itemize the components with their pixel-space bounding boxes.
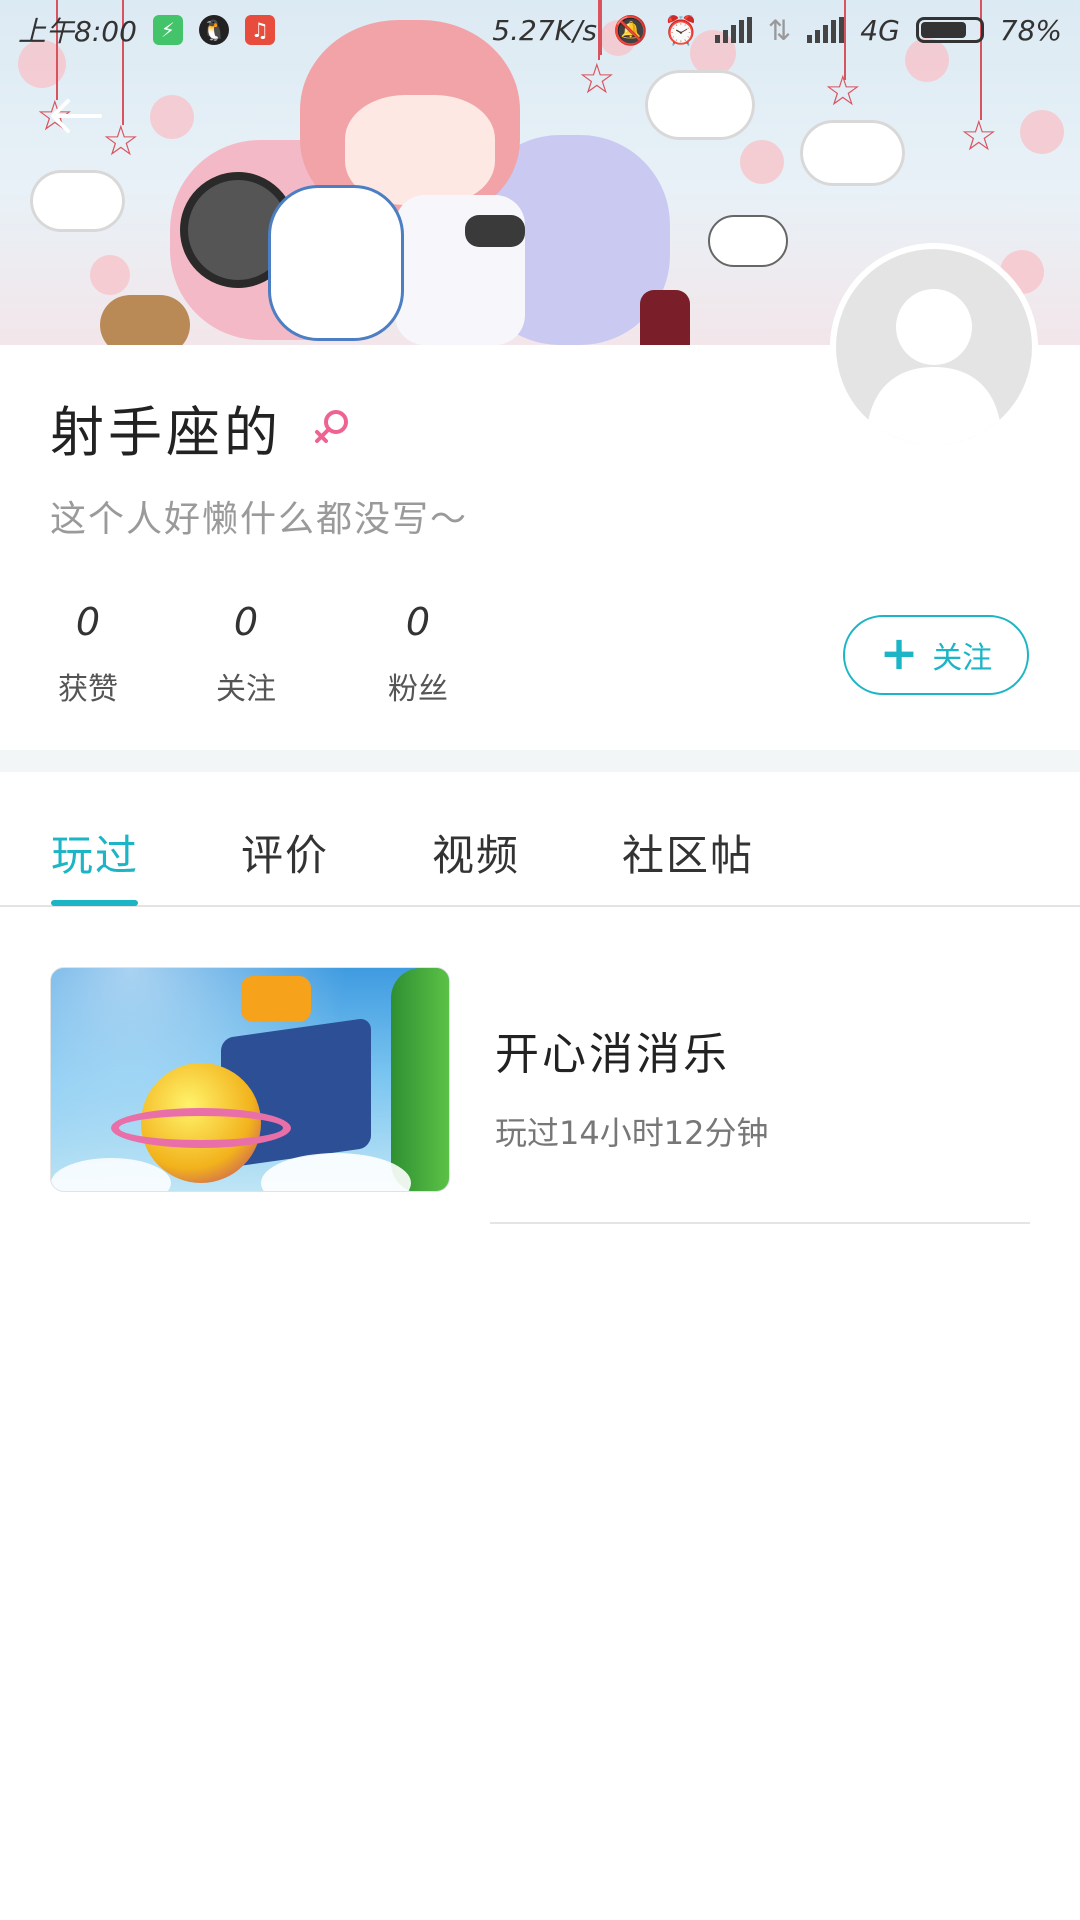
profile-stats: 0 获赞 0 关注 0 粉丝 — [50, 600, 456, 708]
plus-icon: + — [879, 626, 919, 680]
tab-played[interactable]: 玩过 — [51, 822, 139, 883]
tab-videos[interactable]: 视频 — [432, 822, 520, 883]
network-type: 4G — [860, 13, 900, 47]
game-playtime: 玩过14小时12分钟 — [495, 1114, 769, 1152]
data-arrows-icon: ⇅ — [767, 13, 792, 47]
network-speed: 5.27K/s — [492, 13, 598, 47]
status-bar: 上午8:00 ⚡ 🐧 ♫ 5.27K/s 🔕 ⏰ ⇅ 4G 78% — [0, 0, 1080, 60]
back-arrow-icon — [51, 99, 102, 133]
stat-label: 关注 — [216, 672, 276, 707]
avatar[interactable] — [830, 243, 1038, 451]
game-thumbnail[interactable] — [50, 967, 450, 1192]
stat-label: 获赞 — [58, 672, 118, 707]
back-button[interactable] — [50, 90, 102, 142]
music-app-icon: ♫ — [244, 15, 275, 45]
battery-percent: 78% — [999, 13, 1062, 47]
default-avatar-icon — [866, 289, 1002, 445]
profile-bio: 这个人好懒什么都没写～ — [50, 499, 469, 540]
stat-followers[interactable]: 0 粉丝 — [380, 600, 456, 708]
profile-name-row: 射手座的 — [50, 388, 352, 467]
list-item-divider — [490, 1222, 1030, 1224]
active-tab-indicator — [51, 900, 138, 906]
follow-button[interactable]: + 关注 — [843, 615, 1029, 695]
stat-value: 0 — [75, 600, 101, 644]
stat-value: 0 — [405, 600, 431, 644]
tab-community-posts[interactable]: 社区帖 — [622, 822, 754, 883]
follow-button-label: 关注 — [932, 641, 993, 676]
signal-sim2-icon — [807, 17, 845, 43]
clock: 上午8:00 — [18, 15, 137, 48]
game-title[interactable]: 开心消消乐 — [495, 1018, 730, 1082]
female-icon — [315, 409, 348, 443]
stat-likes[interactable]: 0 获赞 — [50, 600, 126, 708]
stat-following[interactable]: 0 关注 — [208, 600, 284, 708]
section-divider — [0, 750, 1080, 772]
battery-icon — [915, 17, 984, 43]
profile-name: 射手座的 — [50, 401, 282, 464]
signal-sim1-icon — [714, 17, 752, 43]
profile-tabs: 玩过 评价 视频 社区帖 — [0, 772, 1080, 907]
alarm-icon: ⏰ — [663, 13, 699, 47]
charging-app-icon: ⚡ — [152, 15, 183, 45]
stat-value: 0 — [233, 600, 259, 644]
stat-label: 粉丝 — [388, 672, 448, 707]
qq-icon: 🐧 — [198, 15, 229, 45]
tab-reviews[interactable]: 评价 — [241, 822, 329, 883]
silent-bell-icon: 🔕 — [613, 13, 648, 47]
